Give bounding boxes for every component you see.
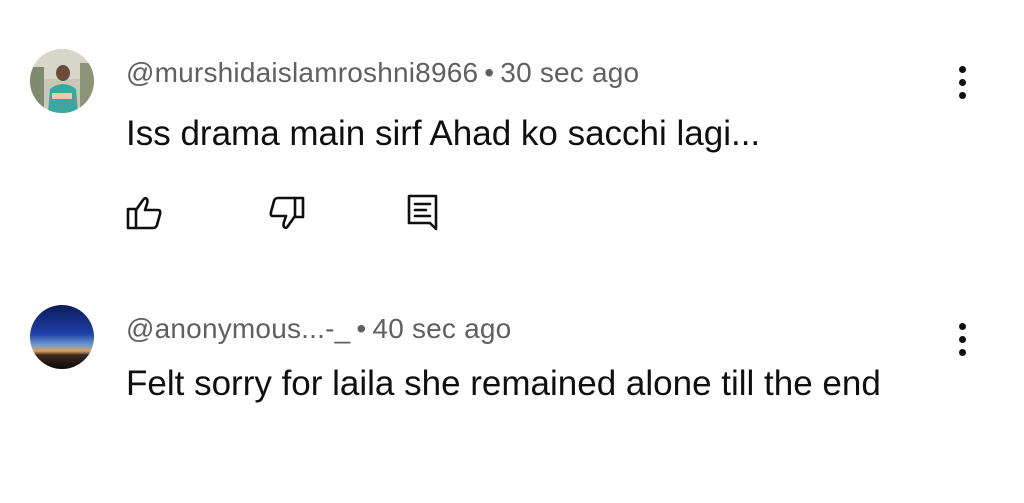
avatar-photo [30,305,94,369]
like-icon [126,196,162,230]
avatar[interactable] [30,305,94,369]
comment-time: 40 sec ago [372,313,512,344]
comment-text: Iss drama main sirf Ahad ko sacchi lagi.… [126,114,761,153]
meta-separator: • [484,57,495,88]
reply-icon [407,194,438,231]
meta-separator: • [356,313,367,344]
avatar[interactable] [30,49,94,113]
dislike-icon [269,196,305,230]
comment-item: @anonymous...-_ • 40 sec ago Felt sorry fo… [0,290,1024,503]
avatar-photo [30,49,94,113]
like-button[interactable] [118,188,168,238]
comment-meta: @anonymous...-_ • 40 sec ago [126,313,511,345]
comment-text: Felt sorry for laila she remained alone … [126,364,881,403]
more-options-icon[interactable] [948,62,976,102]
dislike-button[interactable] [263,188,313,238]
more-options-icon[interactable] [948,319,976,359]
comment-meta: @murshidaislamroshni8966 • 30 sec ago [126,57,639,89]
reply-button[interactable] [400,188,450,238]
comment-item: @murshidaislamroshni8966 • 30 sec ago Iss … [0,0,1024,260]
author-handle[interactable]: @anonymous...-_ [126,313,350,344]
author-handle[interactable]: @murshidaislamroshni8966 [126,57,478,88]
comment-time: 30 sec ago [500,57,640,88]
